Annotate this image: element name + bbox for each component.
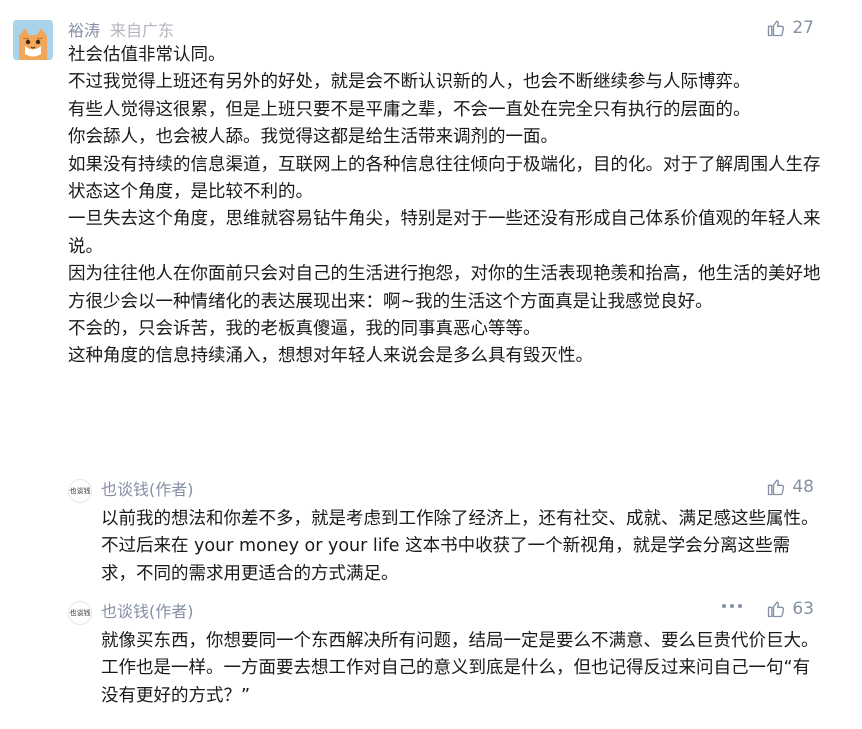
- dot: [730, 604, 734, 608]
- like-count: 48: [792, 477, 814, 497]
- thumbs-up-icon: [768, 479, 785, 496]
- reply-body: 就像买东西，你想要同一个东西解决所有问题，结局一定是要么不满意、要么巨贵代价巨大…: [101, 628, 821, 710]
- reply-text: 就像买东西，你想要同一个东西解决所有问题，结局一定是要么不满意、要么巨贵代价巨大…: [101, 631, 819, 706]
- like-count: 27: [792, 18, 814, 38]
- comment-paragraph: 一旦失去这个角度，思维就容易钻牛角尖，特别是对于一些还没有形成自己体系价值观的年…: [68, 209, 821, 257]
- comment-paragraph: 不会的，只会诉苦，我的老板真傻逼，我的同事真恶心等等。: [68, 319, 541, 340]
- comment-paragraph: 不过我觉得上班还有另外的好处，就是会不断认识新的人，也会不断继续参与人际博弈。: [68, 72, 751, 93]
- comment-paragraph: 社会估值非常认同。: [68, 45, 226, 65]
- reply-body: 以前我的想法和你差不多，就是考虑到工作除了经济上，还有社交、成就、满足感这些属性…: [101, 506, 821, 588]
- author-name[interactable]: 也谈钱(作者): [101, 477, 194, 503]
- more-dots-icon[interactable]: [722, 604, 742, 608]
- comment-paragraph: 你会舔人，也会被人舔。我觉得这都是给生活带来调剂的一面。: [68, 127, 558, 148]
- avatar[interactable]: 也谈钱: [68, 479, 92, 503]
- dot: [738, 604, 742, 608]
- dot: [722, 604, 726, 608]
- author-name[interactable]: 也谈钱(作者): [101, 599, 194, 625]
- like-button[interactable]: 27: [766, 18, 814, 38]
- comment-paragraph: 如果没有持续的信息渠道，互联网上的各种信息往往倾向于极端化，目的化。对于了解周围…: [68, 154, 821, 203]
- like-button[interactable]: 63: [766, 599, 814, 619]
- like-count: 63: [792, 599, 814, 619]
- comment-paragraph: 有些人觉得这很累，但是上班只要不是平庸之辈，不会一直处在完全只有执行的层面的。: [68, 99, 751, 120]
- cat-avatar-icon: [13, 20, 53, 60]
- comment-paragraph: 这种角度的信息持续涌入，想想对年轻人来说会是多么具有毁灭性。: [68, 346, 593, 367]
- comment-header: 裕涛 来自广东: [68, 16, 174, 42]
- thumbs-up-icon: [768, 20, 785, 37]
- reply-text: 以前我的想法和你差不多，就是考虑到工作除了经济上，还有社交、成就、满足感这些属性…: [101, 509, 819, 584]
- comment-paragraph: 因为往往他人在你面前只会对自己的生活进行抱怨，对你的生活表现艳羡和抬高，他生活的…: [68, 264, 821, 312]
- location-label: 来自广东: [110, 21, 175, 40]
- author-name[interactable]: 裕涛: [68, 17, 100, 41]
- like-button[interactable]: 48: [766, 477, 814, 497]
- comment-body: 社会估值非常认同。 不过我觉得上班还有另外的好处，就是会不断认识新的人，也会不断…: [68, 42, 828, 371]
- avatar[interactable]: [13, 20, 53, 60]
- avatar[interactable]: 也谈钱: [68, 601, 92, 625]
- thumbs-up-icon: [768, 601, 785, 618]
